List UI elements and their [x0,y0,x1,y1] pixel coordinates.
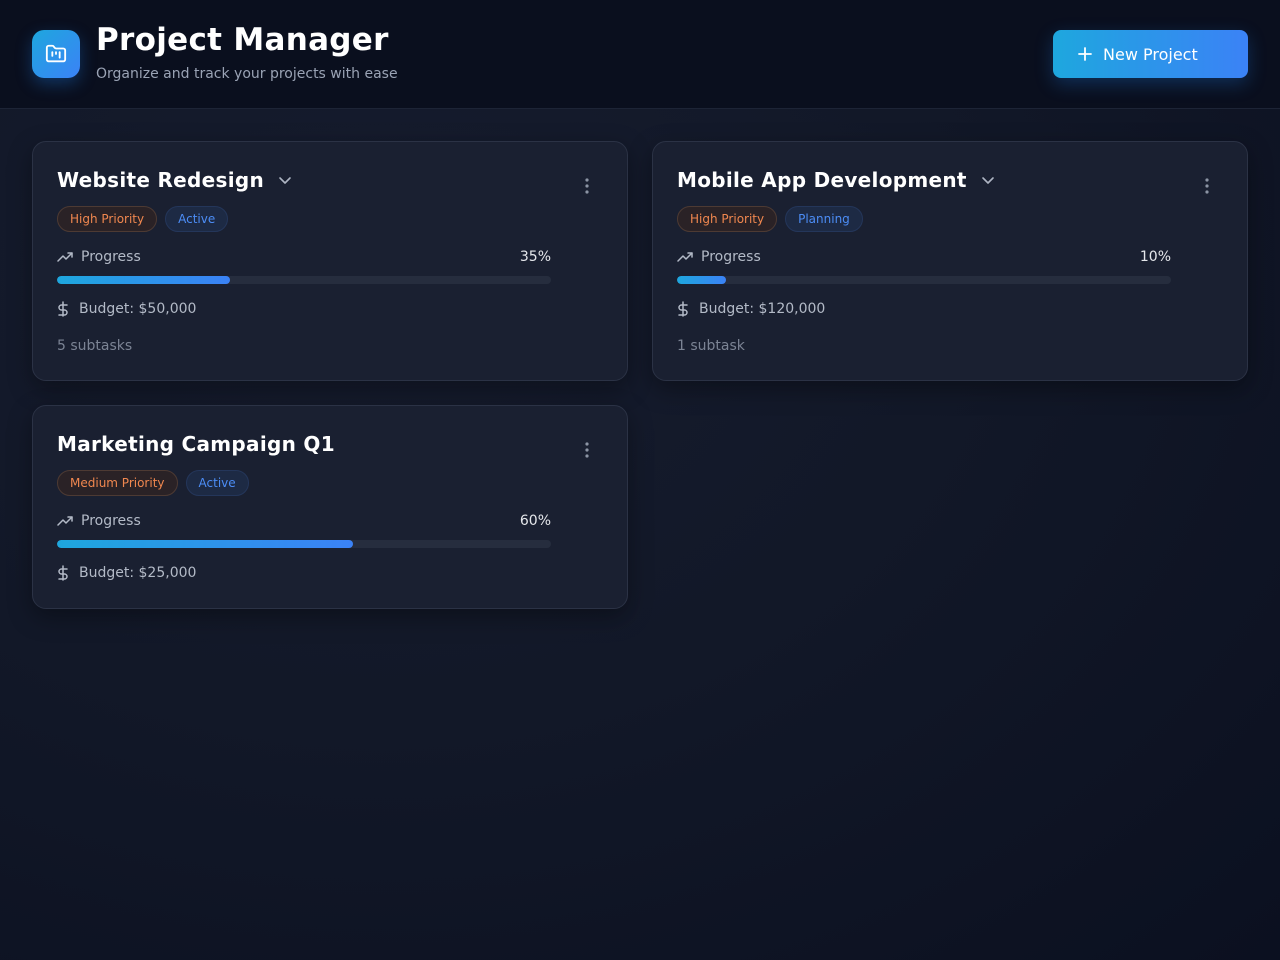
budget-row: Budget: $120,000 [677,301,825,317]
subtasks-count[interactable]: 5 subtasks [57,338,132,354]
project-title-row: Website Redesign [57,168,292,192]
budget-text: Budget: $25,000 [79,565,197,581]
more-options-icon[interactable] [577,176,597,196]
progress-bar [57,540,551,548]
page-subtitle: Organize and track your projects with ea… [96,66,398,82]
budget-row: Budget: $50,000 [57,301,196,317]
badge-row: High Priority Planning [677,206,863,232]
trending-up-icon [57,251,73,263]
dollar-icon [57,301,69,317]
progress-bar [57,276,551,284]
budget-text: Budget: $50,000 [79,301,197,317]
priority-badge: High Priority [677,206,778,232]
project-card: Mobile App Development High Priority Pla… [652,141,1248,381]
status-badge: Planning [785,206,863,232]
progress-label-text: Progress [81,513,141,529]
chevron-down-icon[interactable] [981,173,995,187]
project-title: Mobile App Development [677,168,967,192]
priority-badge: High Priority [57,206,158,232]
progress-label-text: Progress [81,249,141,265]
more-options-icon[interactable] [1197,176,1217,196]
page-title: Project Manager [96,22,389,58]
project-card: Marketing Campaign Q1 Medium Priority Ac… [32,405,628,609]
status-badge: Active [165,206,229,232]
priority-badge: Medium Priority [57,470,178,496]
new-project-button[interactable]: New Project [1053,30,1248,78]
more-options-icon[interactable] [577,440,597,460]
progress-label: Progress [677,249,761,265]
progress-value: 60% [519,513,551,529]
project-title: Website Redesign [57,168,265,192]
subtasks-count[interactable]: 1 subtask [677,338,745,354]
budget-text: Budget: $120,000 [699,301,826,317]
budget-row: Budget: $25,000 [57,565,196,581]
progress-fill [677,276,727,284]
dollar-icon [677,301,689,317]
new-project-label: New Project [1103,44,1198,64]
progress-value: 35% [519,249,551,265]
folder-kanban-icon [32,30,80,78]
badge-row: Medium Priority Active [57,470,249,496]
progress-value: 10% [1139,249,1171,265]
project-title: Marketing Campaign Q1 [57,432,335,456]
progress-label: Progress [57,513,141,529]
trending-up-icon [677,251,693,263]
progress-label-text: Progress [701,249,761,265]
progress-bar [677,276,1171,284]
project-card: Website Redesign High Priority Active Pr… [32,141,628,381]
chevron-down-icon[interactable] [278,173,292,187]
status-badge: Active [185,470,249,496]
project-title-row: Mobile App Development [677,168,995,192]
progress-label: Progress [57,249,141,265]
project-title-row: Marketing Campaign Q1 [57,432,335,456]
trending-up-icon [57,515,73,527]
dollar-icon [57,565,69,581]
badge-row: High Priority Active [57,206,229,232]
progress-fill [57,540,354,548]
app-header: Project Manager Organize and track your … [0,0,1280,109]
progress-fill [57,276,230,284]
plus-icon [1077,46,1093,62]
